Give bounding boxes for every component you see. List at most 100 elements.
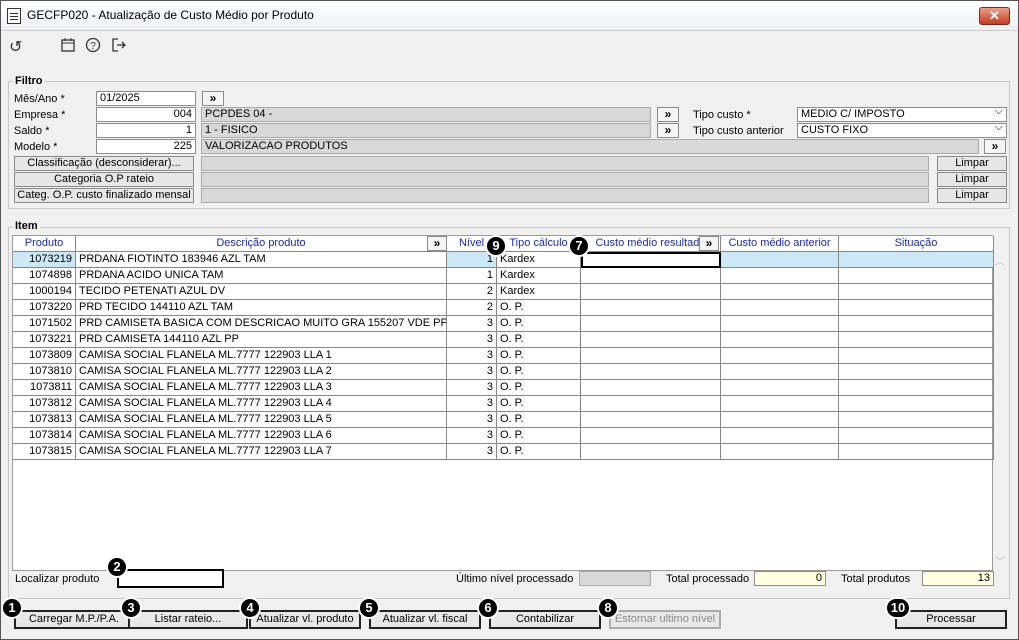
cell-produto[interactable]: 1073811: [13, 380, 76, 396]
cell-tipo-calculo[interactable]: O. P.: [497, 348, 581, 364]
cell-tipo-calculo[interactable]: O. P.: [497, 364, 581, 380]
processar-button[interactable]: Processar: [895, 610, 1007, 629]
cell-tipo-calculo[interactable]: O. P.: [497, 444, 581, 460]
table-row[interactable]: 1073221 PRD CAMISETA 144110 AZL PP 3 O. P.: [13, 332, 994, 348]
cell-nivel[interactable]: 1: [447, 268, 497, 284]
table-row[interactable]: 1073811 CAMISA SOCIAL FLANELA ML.7777 122…: [13, 380, 994, 396]
cell-nivel[interactable]: 3: [447, 396, 497, 412]
cell-tipo-calculo[interactable]: Kardex: [497, 268, 581, 284]
table-row[interactable]: 1073813 CAMISA SOCIAL FLANELA ML.7777 122…: [13, 412, 994, 428]
cell-descricao[interactable]: TECIDO PETENATI AZUL DV: [76, 284, 447, 300]
cell-custo-anterior[interactable]: [721, 268, 839, 284]
cell-nivel[interactable]: 3: [447, 428, 497, 444]
cell-descricao[interactable]: CAMISA SOCIAL FLANELA ML.7777 122903 LLA…: [76, 444, 447, 460]
cell-nivel[interactable]: 3: [447, 332, 497, 348]
col-produto-header[interactable]: Produto: [13, 236, 76, 252]
cell-custo-resultado[interactable]: [581, 444, 721, 460]
undo-icon[interactable]: ↺: [9, 37, 22, 57]
table-row[interactable]: 1073812 CAMISA SOCIAL FLANELA ML.7777 122…: [13, 396, 994, 412]
cell-custo-resultado[interactable]: [581, 364, 721, 380]
table-row[interactable]: 1073814 CAMISA SOCIAL FLANELA ML.7777 122…: [13, 428, 994, 444]
cell-tipo-calculo[interactable]: O. P.: [497, 332, 581, 348]
grid-scrollbar[interactable]: ︿ ﹀: [993, 251, 1007, 569]
exit-icon[interactable]: [111, 37, 127, 58]
table-row[interactable]: 1073220 PRD TECIDO 144110 AZL TAM 2 O. P.: [13, 300, 994, 316]
cell-descricao[interactable]: CAMISA SOCIAL FLANELA ML.7777 122903 LLA…: [76, 364, 447, 380]
cell-tipo-calculo[interactable]: Kardex: [497, 252, 581, 268]
cell-produto[interactable]: 1073220: [13, 300, 76, 316]
cell-descricao[interactable]: PRD CAMISETA BASICA COM DESCRICAO MUITO …: [76, 316, 447, 332]
cell-custo-resultado[interactable]: [581, 300, 721, 316]
cell-produto[interactable]: 1073813: [13, 412, 76, 428]
cell-custo-resultado[interactable]: [581, 412, 721, 428]
cell-produto[interactable]: 1074898: [13, 268, 76, 284]
modelo-lookup-button[interactable]: »: [984, 139, 1006, 154]
cell-situacao[interactable]: [839, 332, 994, 348]
cell-tipo-calculo[interactable]: Kardex: [497, 284, 581, 300]
cell-produto[interactable]: 1073809: [13, 348, 76, 364]
cell-situacao[interactable]: [839, 444, 994, 460]
cell-descricao[interactable]: PRDANA ACIDO UNICA TAM: [76, 268, 447, 284]
estornar-button[interactable]: Estornar ultimo nível: [609, 610, 721, 629]
cell-situacao[interactable]: [839, 364, 994, 380]
cell-tipo-calculo[interactable]: O. P.: [497, 380, 581, 396]
cell-tipo-calculo[interactable]: O. P.: [497, 300, 581, 316]
categ-custo-limpar-button[interactable]: Limpar: [937, 188, 1007, 203]
calendar-icon[interactable]: [60, 37, 76, 58]
cell-custo-resultado[interactable]: [581, 396, 721, 412]
cell-descricao[interactable]: CAMISA SOCIAL FLANELA ML.7777 122903 LLA…: [76, 412, 447, 428]
cell-nivel[interactable]: 3: [447, 348, 497, 364]
table-row[interactable]: 1074898 PRDANA ACIDO UNICA TAM 1 Kardex: [13, 268, 994, 284]
cell-nivel[interactable]: 3: [447, 380, 497, 396]
categ-custo-button[interactable]: Categ. O.P. custo finalizado mensal: [14, 188, 194, 203]
cell-custo-resultado[interactable]: [581, 252, 721, 268]
cell-custo-resultado[interactable]: [581, 268, 721, 284]
empresa-lookup-button[interactable]: »: [657, 107, 679, 122]
cell-nivel[interactable]: 2: [447, 284, 497, 300]
item-grid[interactable]: Produto Descrição produto » Nível Tipo c…: [12, 235, 994, 571]
cell-situacao[interactable]: [839, 348, 994, 364]
cell-produto[interactable]: 1073815: [13, 444, 76, 460]
cell-situacao[interactable]: [839, 316, 994, 332]
categoria-limpar-button[interactable]: Limpar: [937, 172, 1007, 187]
atualizar-produto-button[interactable]: Atualizar vl. produto: [249, 610, 361, 629]
cell-nivel[interactable]: 3: [447, 316, 497, 332]
cell-situacao[interactable]: [839, 300, 994, 316]
cell-nivel[interactable]: 3: [447, 444, 497, 460]
cell-produto[interactable]: 1073219: [13, 252, 76, 268]
saldo-code-input[interactable]: 1: [96, 123, 196, 138]
descricao-lookup-button[interactable]: »: [427, 236, 447, 251]
contabilizar-button[interactable]: Contabilizar: [489, 610, 601, 629]
cell-situacao[interactable]: [839, 428, 994, 444]
cell-produto[interactable]: 1073810: [13, 364, 76, 380]
classificacao-limpar-button[interactable]: Limpar: [937, 156, 1007, 171]
cell-situacao[interactable]: [839, 268, 994, 284]
cell-situacao[interactable]: [839, 396, 994, 412]
table-row[interactable]: 1073815 CAMISA SOCIAL FLANELA ML.7777 122…: [13, 444, 994, 460]
cell-descricao[interactable]: PRD TECIDO 144110 AZL TAM: [76, 300, 447, 316]
help-icon[interactable]: ?: [85, 37, 101, 58]
cell-produto[interactable]: 1073812: [13, 396, 76, 412]
listar-rateio-button[interactable]: Listar rateio...: [128, 610, 248, 629]
classificacao-button[interactable]: Classificação (desconsiderar)...: [14, 156, 194, 171]
cell-situacao[interactable]: [839, 284, 994, 300]
empresa-code-input[interactable]: 004: [96, 107, 196, 122]
cell-custo-anterior[interactable]: [721, 428, 839, 444]
custo-lookup-button[interactable]: »: [699, 236, 719, 251]
cell-custo-resultado[interactable]: [581, 348, 721, 364]
modelo-code-input[interactable]: 225: [96, 139, 196, 154]
categoria-button[interactable]: Categoria O.P rateio: [14, 172, 194, 187]
cell-custo-anterior[interactable]: [721, 348, 839, 364]
table-row[interactable]: 1073810 CAMISA SOCIAL FLANELA ML.7777 122…: [13, 364, 994, 380]
table-row[interactable]: 1071502 PRD CAMISETA BASICA COM DESCRICAO…: [13, 316, 994, 332]
cell-descricao[interactable]: PRD CAMISETA 144110 AZL PP: [76, 332, 447, 348]
mes-ano-input[interactable]: 01/2025: [96, 91, 196, 106]
table-row[interactable]: 1073219 PRDANA FIOTINTO 183946 AZL TAM 1 Ka…: [13, 252, 994, 268]
mes-ano-lookup-button[interactable]: »: [202, 91, 224, 106]
cell-situacao[interactable]: [839, 252, 994, 268]
cell-custo-resultado[interactable]: [581, 332, 721, 348]
cell-custo-anterior[interactable]: [721, 412, 839, 428]
cell-produto[interactable]: 1000194: [13, 284, 76, 300]
col-situacao-header[interactable]: Situação: [839, 236, 994, 252]
cell-custo-anterior[interactable]: [721, 316, 839, 332]
